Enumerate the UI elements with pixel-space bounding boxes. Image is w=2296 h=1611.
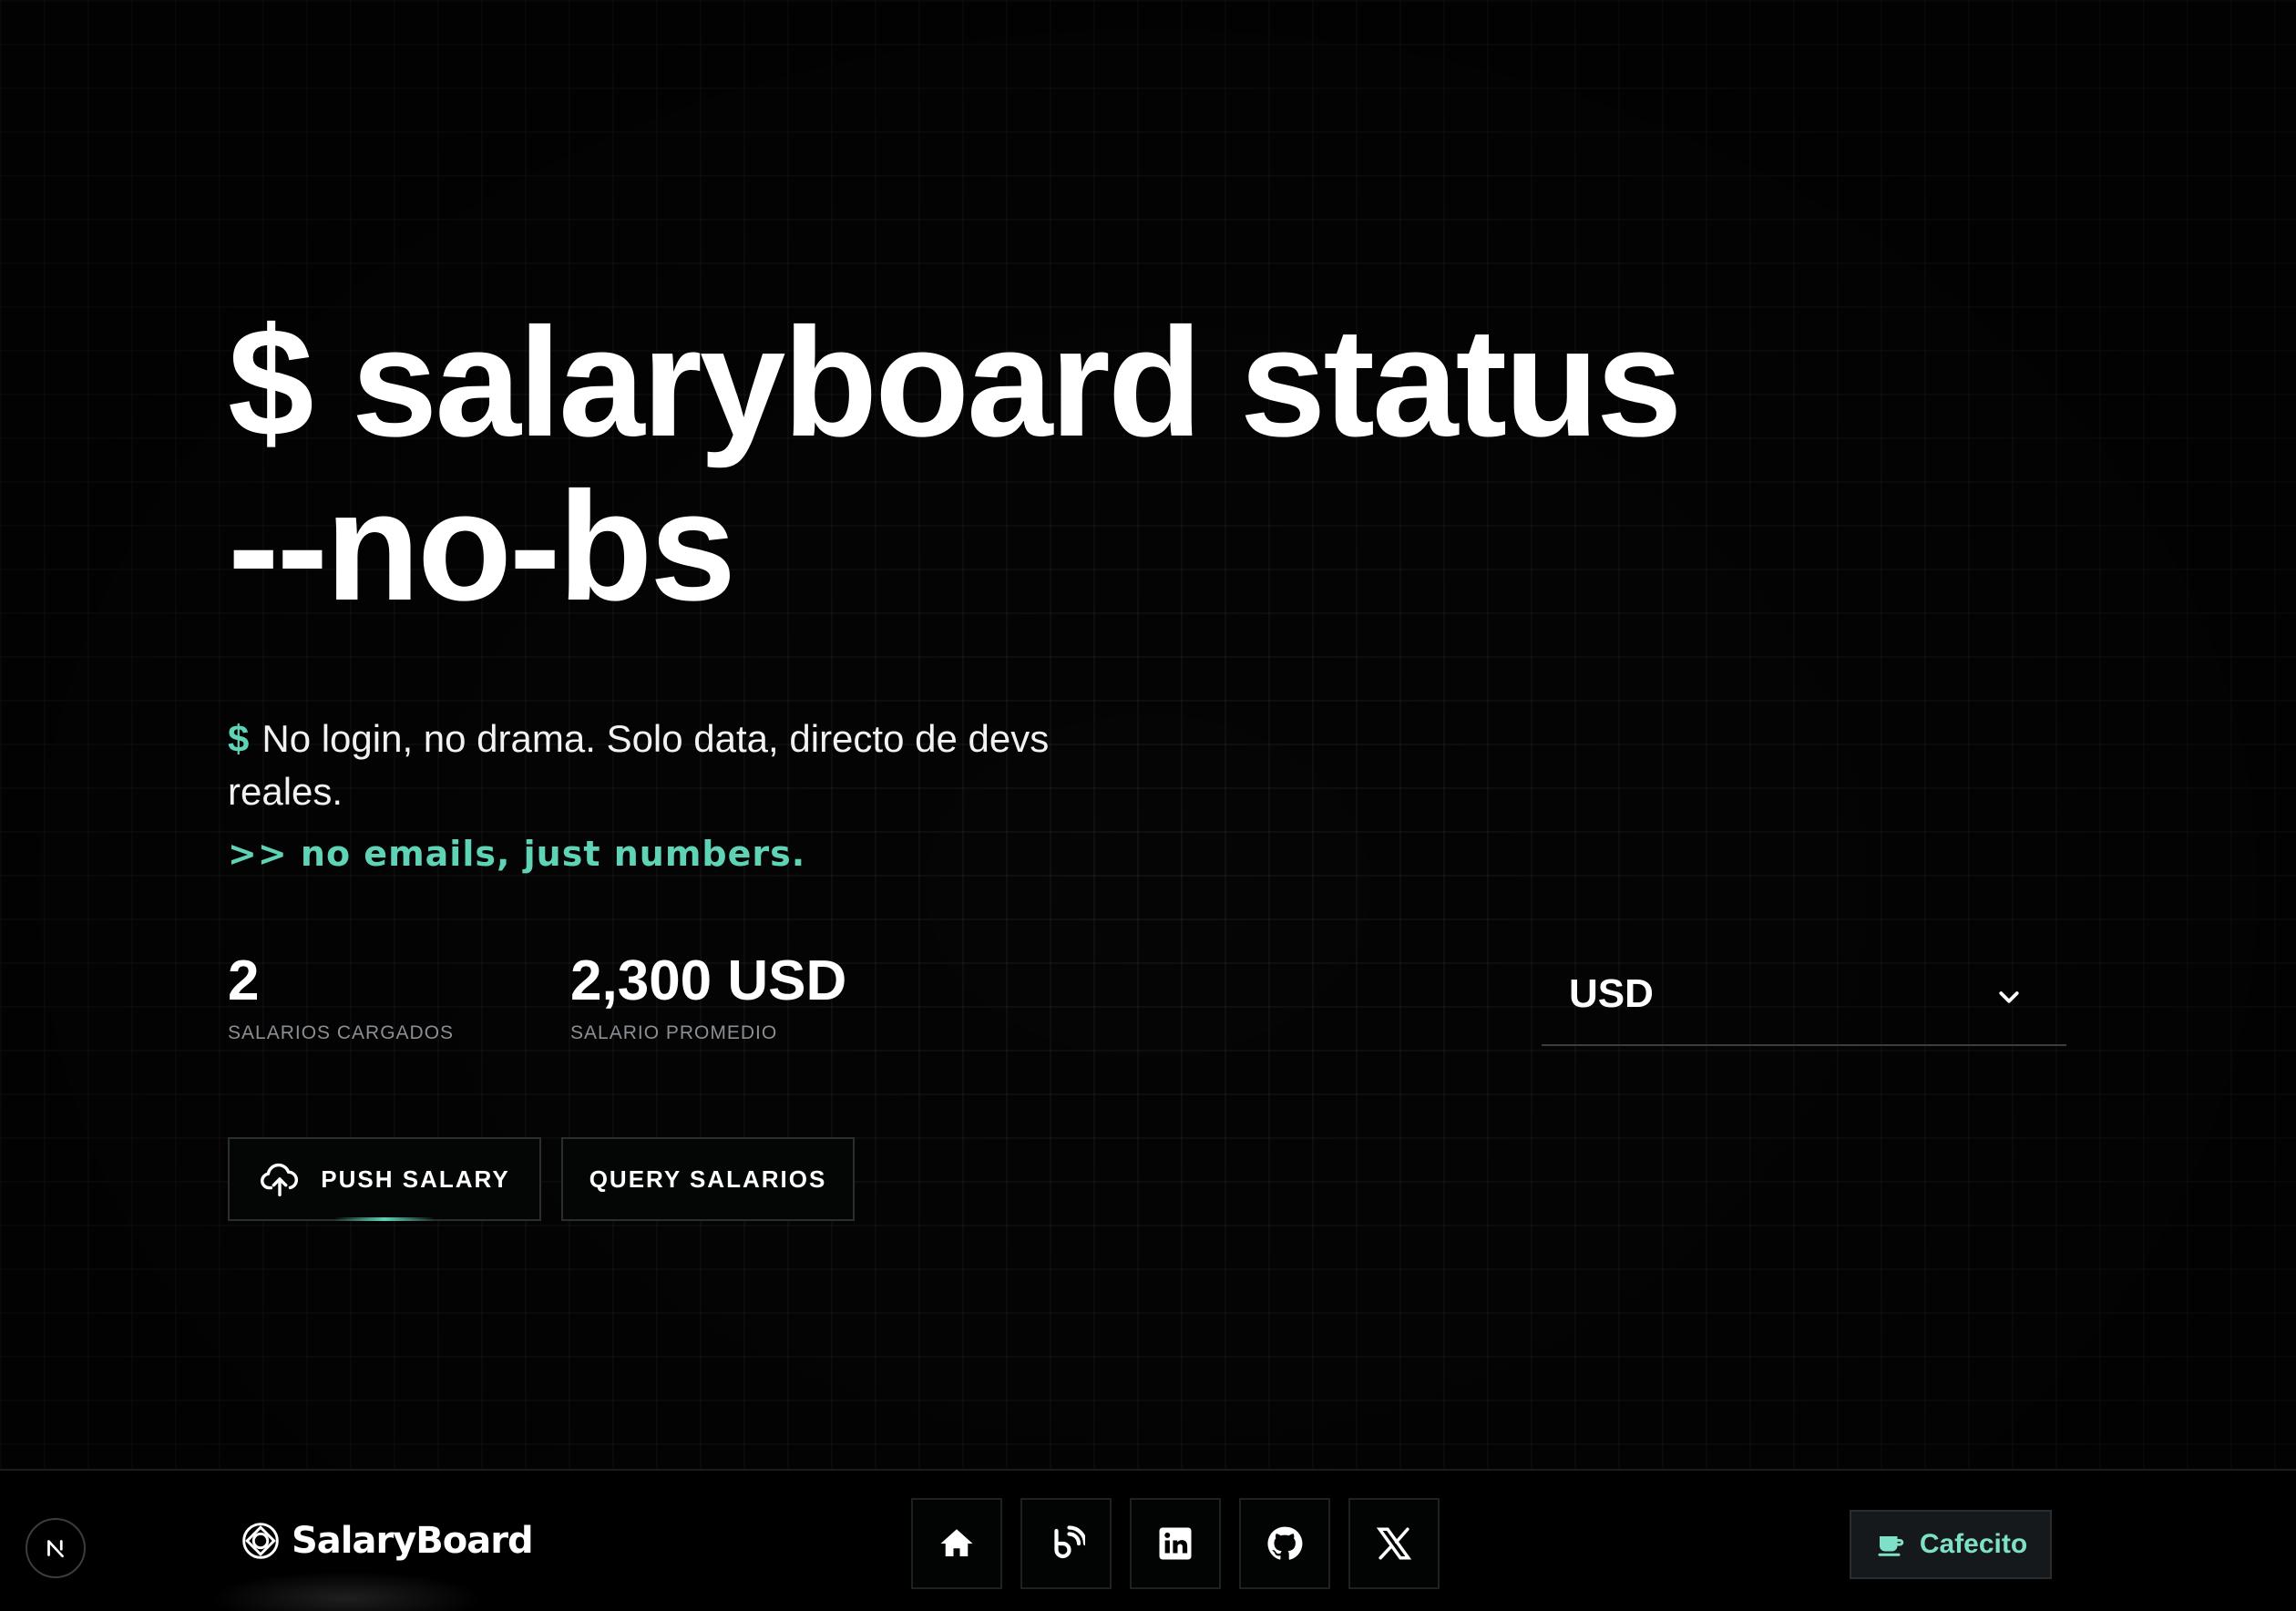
- query-salaries-label: QUERY SALARIOS: [589, 1165, 827, 1193]
- action-buttons: PUSH SALARY QUERY SALARIOS: [228, 1137, 2068, 1221]
- currency-select-value: USD: [1569, 971, 1654, 1016]
- hero-section: $ salaryboard status --no-bs $ No login, …: [228, 301, 2068, 1221]
- title-line-2: --no-bs: [228, 460, 736, 633]
- x-link[interactable]: [1348, 1498, 1440, 1589]
- currency-select[interactable]: USD: [1542, 951, 2066, 1046]
- brand-glow: [210, 1571, 483, 1611]
- linkedin-link[interactable]: [1130, 1498, 1221, 1589]
- x-icon: [1376, 1527, 1412, 1560]
- coffee-icon: [1878, 1536, 1904, 1556]
- stat-salary-count: 2 SALARIOS CARGADOS: [228, 951, 454, 1044]
- stat-value: 2: [228, 949, 260, 1012]
- nextjs-icon: [47, 1540, 64, 1558]
- home-link[interactable]: [911, 1498, 1002, 1589]
- hero-description: $ No login, no drama. Solo data, directo …: [228, 713, 1121, 818]
- cloud-upload-icon: [261, 1163, 299, 1196]
- cafecito-button[interactable]: Cafecito: [1850, 1510, 2052, 1579]
- push-salary-label: PUSH SALARY: [321, 1165, 510, 1193]
- active-indicator: [334, 1217, 435, 1221]
- prompt-symbol: $: [228, 717, 250, 760]
- hero-tagline: >> no emails, just numbers.: [228, 834, 806, 874]
- stat-label: SALARIOS CARGADOS: [228, 1022, 455, 1043]
- query-salaries-button[interactable]: QUERY SALARIOS: [561, 1137, 855, 1221]
- push-salary-button[interactable]: PUSH SALARY: [228, 1137, 541, 1221]
- stat-label: SALARIO PROMEDIO: [570, 1022, 778, 1043]
- stat-value: 2,300 USD: [570, 949, 847, 1012]
- description-text: No login, no drama. Solo data, directo d…: [228, 717, 1050, 813]
- dev-tools-badge[interactable]: [26, 1518, 86, 1578]
- linkedin-icon: [1159, 1527, 1192, 1560]
- stat-average-salary: 2,300 USD SALARIO PROMEDIO: [570, 951, 846, 1044]
- social-links: [911, 1498, 1440, 1589]
- home-icon: [940, 1529, 973, 1556]
- chevron-down-icon: [1999, 991, 2019, 1003]
- title-line-1: $ salaryboard status: [228, 296, 1683, 469]
- blog-link[interactable]: [1020, 1498, 1112, 1589]
- github-icon: [1267, 1526, 1303, 1560]
- page: $ salaryboard status --no-bs $ No login, …: [0, 0, 2296, 1611]
- stats-row: 2 SALARIOS CARGADOS 2,300 USD SALARIO PR…: [228, 951, 2068, 1052]
- brand-link[interactable]: SalaryBoard: [241, 1520, 534, 1562]
- cafecito-label: Cafecito: [1919, 1529, 2028, 1559]
- salaryboard-logo-icon: [242, 1523, 279, 1559]
- brand-name: SalaryBoard: [292, 1520, 534, 1562]
- github-link[interactable]: [1239, 1498, 1330, 1589]
- blog-icon: [1054, 1525, 1085, 1559]
- page-title: $ salaryboard status --no-bs: [228, 301, 2068, 629]
- footer: SalaryBoard Cafecito: [0, 1469, 2296, 1611]
